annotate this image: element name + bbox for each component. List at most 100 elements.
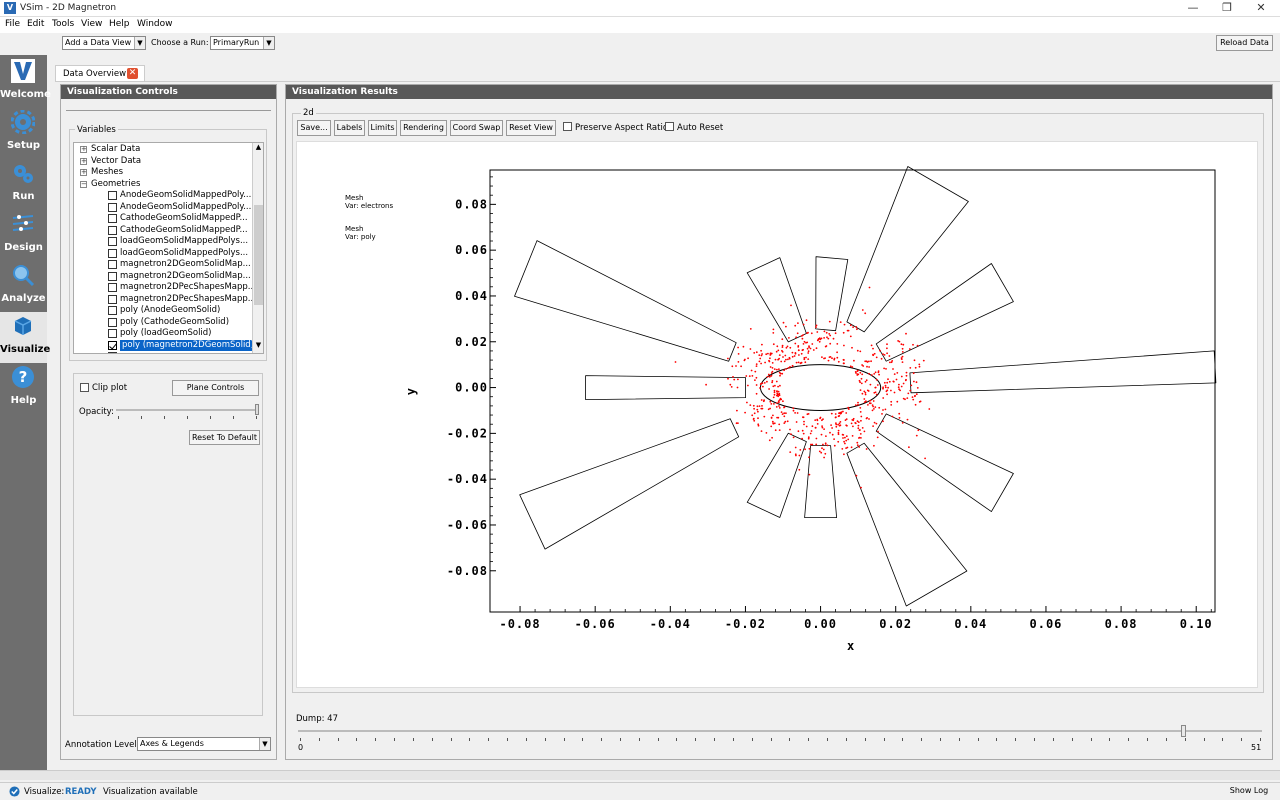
- restore-button[interactable]: ❐: [1210, 0, 1244, 17]
- tree-item-checkbox[interactable]: [108, 248, 117, 258]
- electron-point: [761, 405, 763, 407]
- scroll-down-icon[interactable]: ▼: [254, 341, 263, 352]
- tree-item-checkbox[interactable]: [108, 202, 117, 212]
- add-data-view-combo[interactable]: Add a Data View ▼: [62, 36, 146, 50]
- tree-scrollbar[interactable]: ▲ ▼: [252, 143, 263, 353]
- menu-view[interactable]: View: [81, 19, 102, 29]
- sidebar-item-setup[interactable]: Setup: [0, 108, 47, 159]
- menu-tools[interactable]: Tools: [52, 19, 74, 29]
- tree-item[interactable]: CathodeGeomSolidMappedP...: [74, 225, 252, 237]
- sidebar-item-run[interactable]: Run: [0, 159, 47, 210]
- electron-point: [772, 332, 775, 334]
- tree-item-checkbox[interactable]: [108, 271, 117, 281]
- tree-item-checkbox[interactable]: [108, 306, 117, 315]
- tree-item[interactable]: magnetron2DGeomSolidMap...: [74, 271, 252, 283]
- tree-item-checkbox[interactable]: [108, 340, 117, 350]
- chevron-down-icon: ▼: [259, 738, 270, 750]
- sidebar-item-welcome[interactable]: Welcome: [0, 57, 51, 108]
- electron-point: [785, 358, 787, 361]
- tab-data-overview[interactable]: Data Overview1 ✕: [55, 65, 145, 82]
- reload-data-button[interactable]: Reload Data: [1216, 35, 1273, 51]
- dump-slider-handle[interactable]: [1180, 725, 1186, 737]
- reset-to-default-button[interactable]: Reset To Default: [189, 430, 260, 445]
- close-button[interactable]: ✕: [1244, 0, 1278, 17]
- y-tick-label: 0.00: [455, 381, 488, 395]
- sidebar-item-analyze[interactable]: Analyze: [0, 261, 47, 312]
- save-button[interactable]: Save...: [297, 120, 331, 136]
- choose-run-value: PrimaryRun: [213, 38, 260, 47]
- tree-item-checkbox[interactable]: [108, 283, 117, 292]
- tree-item-checkbox[interactable]: [108, 260, 117, 269]
- opacity-slider-track[interactable]: [116, 409, 258, 411]
- dump-slider-track[interactable]: [298, 730, 1262, 732]
- electron-point: [873, 421, 876, 424]
- annotation-level-combo[interactable]: Axes & Legends ▼: [137, 737, 271, 751]
- tree-item-checkbox[interactable]: [108, 191, 117, 200]
- opacity-slider-handle[interactable]: [255, 404, 259, 415]
- tree-item[interactable]: magnetron2DPecShapesMapp...: [74, 282, 256, 294]
- sidebar-item-visualize[interactable]: Visualize: [0, 312, 50, 363]
- electron-point: [906, 418, 909, 421]
- tree-group[interactable]: + Vector Data: [74, 156, 252, 168]
- show-log-button[interactable]: Show Log: [1226, 784, 1272, 799]
- tree-item-label: AnodeGeomSolidMappedPoly...: [120, 201, 252, 212]
- auto-reset-checkbox[interactable]: [665, 122, 674, 131]
- tree-item[interactable]: poly (loadGeomSolid): [74, 328, 252, 340]
- tree-item-checkbox[interactable]: [108, 329, 117, 338]
- tree-item[interactable]: AnodeGeomSolidMappedPoly...: [74, 190, 252, 202]
- tree-item[interactable]: magnetron2DGeomSolidMap...: [74, 259, 252, 271]
- electron-point: [873, 391, 876, 394]
- menu-file[interactable]: File: [5, 19, 20, 29]
- expand-icon[interactable]: +: [80, 169, 87, 176]
- menu-edit[interactable]: Edit: [27, 19, 44, 29]
- electron-point: [905, 374, 908, 377]
- tree-item[interactable]: poly (CathodeGeomSolid): [74, 317, 252, 329]
- variables-tree[interactable]: + Scalar Data + Vector Data + Meshes − Geometri…: [73, 142, 264, 354]
- splitter-bar[interactable]: [0, 770, 1280, 780]
- tree-item-checkbox[interactable]: [108, 237, 117, 246]
- expand-icon[interactable]: +: [80, 157, 87, 165]
- tree-item[interactable]: magnetron2DPecShapesMapp...: [74, 294, 256, 306]
- clip-plot-checkbox[interactable]: [80, 383, 89, 392]
- tree-item[interactable]: poly (AnodeGeomSolid): [74, 305, 252, 317]
- tree-group[interactable]: + Scalar Data: [74, 144, 252, 156]
- electron-point: [821, 425, 823, 427]
- collapse-icon[interactable]: −: [80, 180, 87, 188]
- expand-icon[interactable]: +: [80, 146, 87, 153]
- labels-button[interactable]: Labels: [334, 120, 365, 136]
- tree-item-checkbox[interactable]: [108, 294, 117, 304]
- tree-item-checkbox[interactable]: [108, 352, 117, 353]
- sidebar-item-help[interactable]: ? Help: [0, 363, 47, 414]
- menu-help[interactable]: Help: [109, 19, 130, 29]
- plot-2d-label: 2d: [301, 108, 316, 118]
- rendering-button[interactable]: Rendering: [400, 120, 447, 136]
- electron-point: [893, 391, 896, 394]
- plane-controls-button[interactable]: Plane Controls: [172, 380, 259, 396]
- tree-item[interactable]: loadGeomSolidMappedPolys...: [74, 236, 252, 248]
- tree-item-checkbox[interactable]: [108, 214, 117, 223]
- tree-item[interactable]: loadGeomSolidMappedPolys...: [74, 248, 252, 260]
- tree-item-checkbox[interactable]: [108, 317, 117, 327]
- scroll-up-icon[interactable]: ▲: [254, 143, 263, 154]
- plot-canvas[interactable]: Mesh Var: electrons Mesh Var: poly -0.08…: [296, 141, 1258, 688]
- limits-button[interactable]: Limits: [368, 120, 397, 136]
- preserve-aspect-checkbox[interactable]: [563, 122, 572, 131]
- tree-item[interactable]: CathodeGeomSolidMappedP...: [74, 213, 252, 225]
- choose-run-combo[interactable]: PrimaryRun ▼: [210, 36, 275, 50]
- visualization-controls-panel: Visualization Controls Variables + Scalar…: [60, 84, 277, 760]
- tree-item-checkbox[interactable]: [108, 225, 117, 235]
- sidebar-item-design[interactable]: Design: [0, 210, 47, 261]
- electron-point: [773, 368, 776, 370]
- coord-swap-button[interactable]: Coord Swap: [450, 120, 503, 136]
- tree-group[interactable]: − Geometries: [74, 179, 252, 191]
- electron-point: [833, 444, 836, 447]
- scroll-thumb[interactable]: [254, 205, 263, 305]
- close-tab-icon[interactable]: ✕: [127, 68, 138, 79]
- electron-point: [910, 384, 913, 387]
- tree-group[interactable]: + Meshes: [74, 167, 252, 179]
- minimize-button[interactable]: —: [1176, 0, 1210, 17]
- tree-item[interactable]: poly (magnetron2DGeomSolid): [74, 339, 257, 352]
- menu-window[interactable]: Window: [137, 19, 173, 29]
- reset-view-button[interactable]: Reset View: [506, 120, 556, 136]
- tree-item[interactable]: AnodeGeomSolidMappedPoly...: [74, 202, 252, 214]
